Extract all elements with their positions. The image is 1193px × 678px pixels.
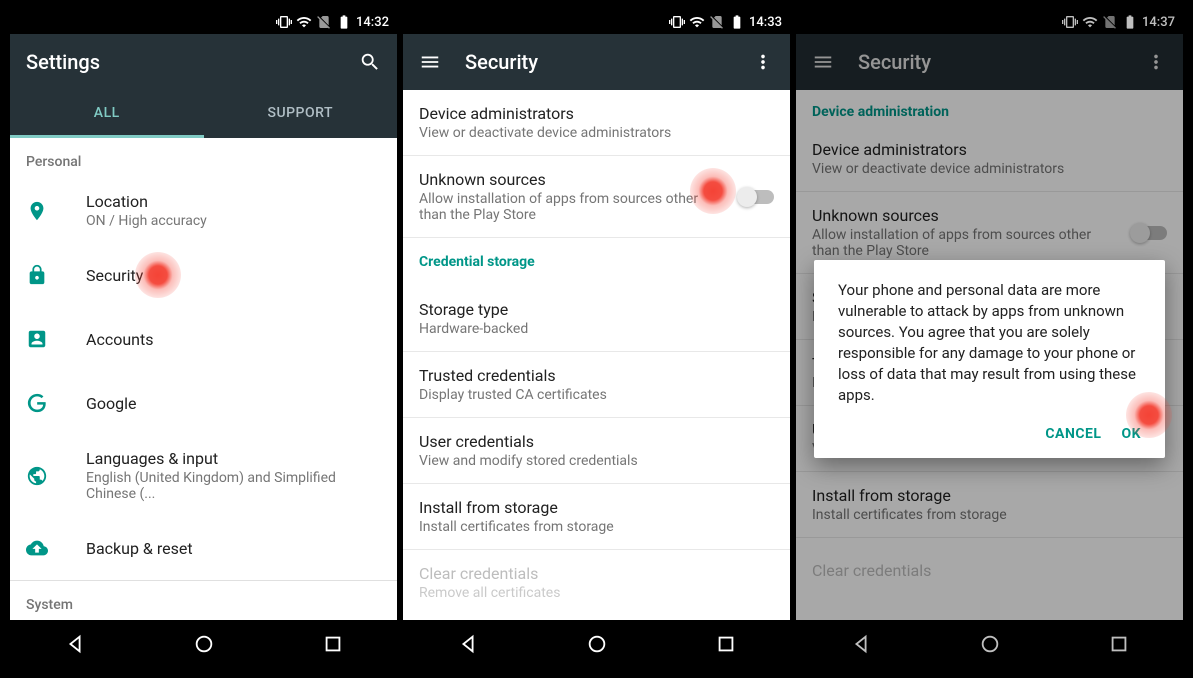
no-sim-icon [316, 14, 332, 30]
navigation-bar [403, 620, 790, 668]
settings-list[interactable]: Personal Location ON / High accuracy Sec… [10, 138, 397, 620]
cancel-button[interactable]: CANCEL [1045, 426, 1101, 442]
vibrate-icon [669, 14, 685, 30]
item-backup[interactable]: Backup & reset [10, 516, 397, 580]
item-title: Backup & reset [86, 539, 381, 558]
battery-icon [336, 14, 352, 30]
home-icon[interactable] [193, 633, 215, 655]
app-bar: Security [403, 34, 790, 90]
status-bar: 14:33 [403, 10, 790, 34]
item-unknown-sources[interactable]: Unknown sources Allow installation of ap… [403, 156, 790, 238]
item-device-admin[interactable]: Device administrators View or deactivate… [403, 90, 790, 156]
item-sub: View and modify stored credentials [419, 453, 774, 469]
item-storage-type[interactable]: Storage type Hardware-backed [403, 286, 790, 352]
item-title: Clear credentials [419, 564, 774, 583]
search-icon[interactable] [359, 51, 381, 73]
item-title: Location [86, 192, 381, 211]
unknown-sources-dialog: Your phone and personal data are more vu… [814, 260, 1165, 458]
item-security[interactable]: Security [10, 243, 397, 307]
item-sub: Remove all certificates [419, 585, 774, 601]
lock-icon [26, 264, 62, 286]
item-sub: View or deactivate device administrators [419, 125, 774, 141]
more-icon[interactable] [752, 51, 774, 73]
hamburger-icon[interactable] [419, 51, 441, 73]
phone-screen-1: 14:32 Settings ALL SUPPORT Personal Loca… [10, 10, 397, 668]
wifi-icon [296, 14, 312, 30]
location-icon [26, 200, 62, 222]
phone-screen-2: 14:33 Security Device administrators Vie… [403, 10, 790, 668]
back-icon[interactable] [64, 633, 86, 655]
backup-icon [26, 537, 62, 559]
no-sim-icon [709, 14, 725, 30]
item-title: Accounts [86, 330, 381, 349]
account-icon [26, 328, 62, 350]
home-icon[interactable] [586, 633, 608, 655]
item-location[interactable]: Location ON / High accuracy [10, 178, 397, 243]
appbar-title: Settings [26, 50, 100, 74]
item-sub: ON / High accuracy [86, 213, 381, 229]
item-sub: Install certificates from storage [419, 519, 774, 535]
phone-screen-3: 14:37 Security Device administration Dev… [796, 10, 1183, 668]
item-languages[interactable]: Languages & input English (United Kingdo… [10, 435, 397, 516]
item-title: Device administrators [419, 104, 774, 123]
section-system: System [10, 581, 397, 620]
item-title: Security [86, 266, 381, 285]
item-title: Google [86, 394, 381, 413]
unknown-sources-toggle[interactable] [740, 190, 774, 204]
back-icon[interactable] [457, 633, 479, 655]
item-title: Unknown sources [419, 170, 716, 189]
tab-support[interactable]: SUPPORT [204, 90, 398, 138]
navigation-bar [10, 620, 397, 668]
status-time: 14:32 [356, 15, 389, 30]
item-sub: Allow installation of apps from sources … [419, 191, 716, 223]
item-title: Languages & input [86, 449, 381, 468]
wifi-icon [689, 14, 705, 30]
globe-icon [26, 465, 62, 487]
tab-bar: ALL SUPPORT [10, 90, 397, 138]
recent-icon[interactable] [715, 633, 737, 655]
item-title: Storage type [419, 300, 774, 319]
google-icon [26, 392, 62, 414]
item-title: Install from storage [419, 498, 774, 517]
item-sub: Hardware-backed [419, 321, 774, 337]
vibrate-icon [276, 14, 292, 30]
ok-button[interactable]: OK [1121, 426, 1141, 442]
status-time: 14:33 [749, 15, 782, 30]
security-list[interactable]: Device administrators View or deactivate… [403, 90, 790, 620]
item-user-cred[interactable]: User credentials View and modify stored … [403, 418, 790, 484]
status-bar: 14:32 [10, 10, 397, 34]
tab-all[interactable]: ALL [10, 90, 204, 138]
item-trusted[interactable]: Trusted credentials Display trusted CA c… [403, 352, 790, 418]
item-google[interactable]: Google [10, 371, 397, 435]
section-credential: Credential storage [403, 238, 790, 286]
item-title: User credentials [419, 432, 774, 451]
app-bar: Settings [10, 34, 397, 90]
recent-icon[interactable] [322, 633, 344, 655]
item-sub: English (United Kingdom) and Simplified … [86, 470, 381, 502]
item-sub: Display trusted CA certificates [419, 387, 774, 403]
item-clear: Clear credentials Remove all certificate… [403, 550, 790, 615]
battery-icon [729, 14, 745, 30]
dialog-message: Your phone and personal data are more vu… [838, 280, 1141, 406]
item-accounts[interactable]: Accounts [10, 307, 397, 371]
section-personal: Personal [10, 138, 397, 178]
appbar-title: Security [465, 50, 538, 74]
item-install[interactable]: Install from storage Install certificate… [403, 484, 790, 550]
item-title: Trusted credentials [419, 366, 774, 385]
